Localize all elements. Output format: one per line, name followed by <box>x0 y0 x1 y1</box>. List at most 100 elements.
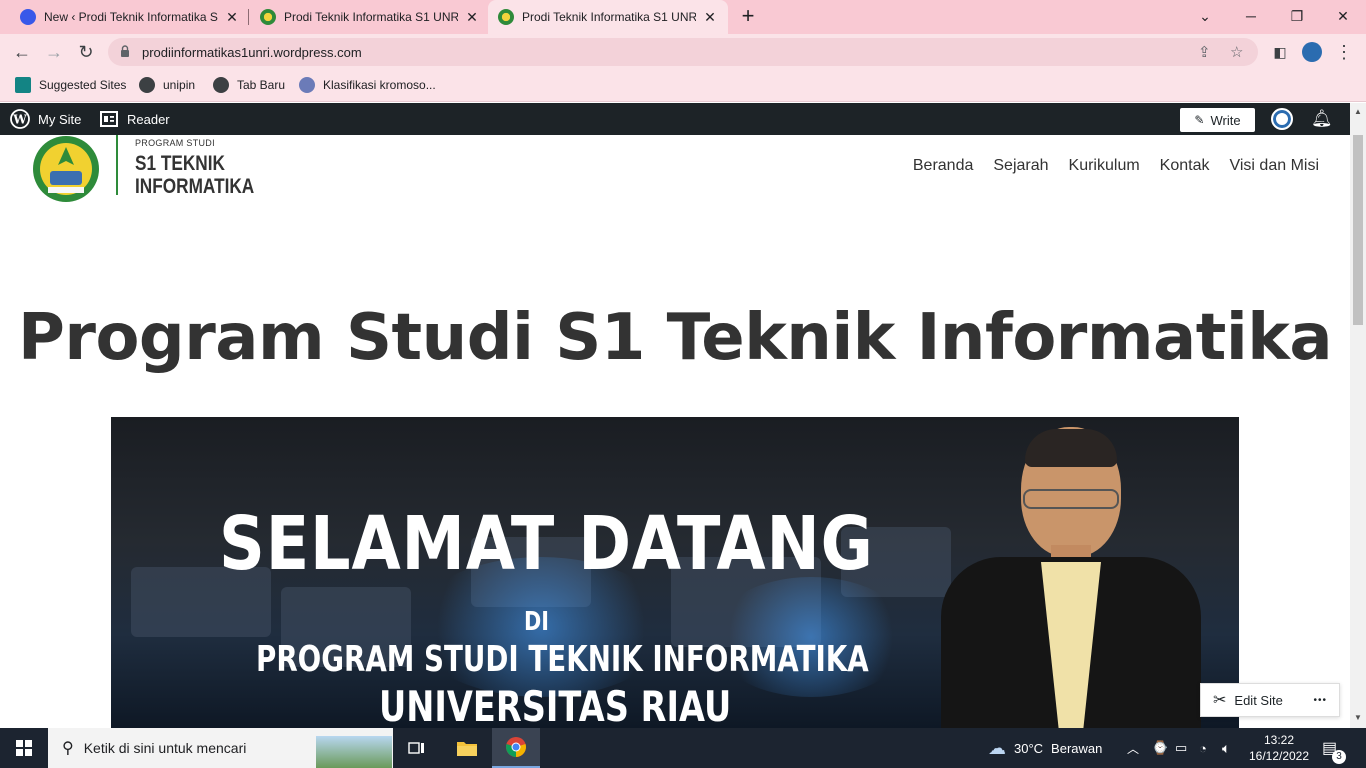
write-button[interactable]: ✎ Write <box>1180 108 1255 132</box>
close-window-icon[interactable]: ✕ <box>1331 4 1355 28</box>
bookmark-star-icon[interactable]: ☆ <box>1230 43 1243 61</box>
clock-date: 16/12/2022 <box>1248 749 1310 763</box>
reader-link[interactable]: Reader <box>100 103 170 135</box>
search-icon: ⚲ <box>62 740 74 757</box>
tab-wp-new[interactable]: New ‹ Prodi Teknik Informatika S ✕ <box>0 0 248 34</box>
address-bar[interactable]: prodiinformatikas1unri.wordpress.com ⇪ ☆ <box>108 38 1258 66</box>
page-scrollbar[interactable]: ▲ ▼ <box>1350 103 1366 728</box>
hero-banner-image: SELAMAT DATANG DI PROGRAM STUDI TEKNIK I… <box>111 417 1239 728</box>
svg-text:W: W <box>12 113 27 127</box>
tab-prodi-active[interactable]: Prodi Teknik Informatika S1 UNRI ✕ <box>488 0 728 34</box>
browser-toolbar: ← → ↻ prodiinformatikas1unri.wordpress.c… <box>0 34 1366 70</box>
forward-icon[interactable]: → <box>42 40 66 64</box>
hero-program-name: PROGRAM STUDI TEKNIK INFORMATIKA <box>256 639 869 680</box>
logo-caption: PROGRAM STUDI <box>135 138 215 148</box>
nav-beranda[interactable]: Beranda <box>913 157 974 175</box>
hero-university-name: UNIVERSITAS RIAU <box>379 682 732 728</box>
nav-sejarah[interactable]: Sejarah <box>993 157 1048 175</box>
search-highlight-image <box>316 736 392 768</box>
task-view-icon[interactable] <box>393 728 441 768</box>
notifications-bell-icon[interactable]: 🔔︎ <box>1311 103 1333 135</box>
more-options-icon[interactable]: ••• <box>1313 695 1327 706</box>
meet-now-icon[interactable]: ⌚ <box>1152 728 1168 768</box>
new-tab-button[interactable]: + <box>737 5 759 27</box>
bookmark-unipin[interactable]: unipin <box>139 77 195 93</box>
side-panel-icon[interactable]: ◧ <box>1268 40 1292 64</box>
scrollbar-thumb[interactable] <box>1353 135 1363 325</box>
taskbar-search[interactable]: ⚲ Ketik di sini untuk mencari <box>48 728 393 768</box>
logo-divider <box>116 135 118 195</box>
file-explorer-icon[interactable] <box>443 728 491 768</box>
scroll-up-arrow[interactable]: ▲ <box>1354 107 1362 116</box>
page-title: Program Studi S1 Teknik Informatika <box>17 301 1333 375</box>
nav-visi-misi[interactable]: Visi dan Misi <box>1229 157 1319 175</box>
profile-avatar[interactable] <box>1300 40 1324 64</box>
wifi-icon[interactable]: ◔ <box>1199 728 1207 768</box>
restore-icon[interactable]: ❐ <box>1285 4 1309 28</box>
close-icon[interactable]: ✕ <box>464 9 480 26</box>
main-nav: Beranda Sejarah Kurikulum Kontak Visi da… <box>913 157 1319 175</box>
globe-icon <box>213 77 229 93</box>
share-icon[interactable]: ⇪ <box>1198 43 1211 61</box>
hero-subheading-di: DI <box>524 607 550 637</box>
windows-start-icon[interactable] <box>0 728 48 768</box>
wordpress-icon: W <box>10 109 30 129</box>
bing-icon <box>15 77 31 93</box>
unri-logo-icon <box>260 9 276 25</box>
chrome-taskbar-icon[interactable] <box>492 728 540 768</box>
tab-title: New ‹ Prodi Teknik Informatika S <box>44 10 218 24</box>
volume-icon[interactable]: 🔈︎ <box>1222 728 1230 768</box>
bookmark-label: Tab Baru <box>237 78 286 92</box>
nav-kontak[interactable]: Kontak <box>1160 157 1210 175</box>
my-site-link[interactable]: W My Site <box>10 103 81 135</box>
weather-widget[interactable]: ☁ 30°C Berawan <box>988 728 1102 768</box>
windows-taskbar: ⚲ Ketik di sini untuk mencari ☁ 30°C Ber… <box>0 728 1366 768</box>
reader-icon <box>100 111 118 127</box>
logo-title-line2: INFORMATIKA <box>135 175 255 198</box>
clock[interactable]: 13:22 16/12/2022 <box>1248 728 1310 768</box>
url-text: prodiinformatikas1unri.wordpress.com <box>142 45 362 60</box>
bookmark-tab-baru[interactable]: Tab Baru <box>213 77 285 93</box>
globe-icon <box>139 77 155 93</box>
bookmark-label: Suggested Sites <box>39 78 127 92</box>
site-icon <box>299 77 315 93</box>
hero-heading: SELAMAT DATANG <box>219 501 874 587</box>
minimize-icon[interactable]: ─ <box>1239 4 1263 28</box>
account-avatar[interactable] <box>1271 103 1293 135</box>
bookmark-suggested-sites[interactable]: Suggested Sites <box>15 77 126 93</box>
tab-prodi-1[interactable]: Prodi Teknik Informatika S1 UNRI ✕ <box>240 0 488 34</box>
scroll-down-arrow[interactable]: ▼ <box>1354 713 1362 722</box>
bookmark-klasifikasi[interactable]: Klasifikasi kromoso... <box>299 77 436 93</box>
page-content: PROGRAM STUDI S1 TEKNIK INFORMATIKA Bera… <box>0 135 1350 728</box>
unri-logo-icon <box>498 9 514 25</box>
notification-center-icon[interactable]: ▤ 3 <box>1322 728 1346 768</box>
unri-logo[interactable] <box>30 135 102 203</box>
close-icon[interactable]: ✕ <box>702 9 718 26</box>
bookmark-label: unipin <box>163 78 196 92</box>
hidden-icons-chevron-icon[interactable]: ︿ <box>1127 728 1139 768</box>
person-photo <box>941 427 1211 728</box>
write-label: Write <box>1210 112 1241 128</box>
weather-temp: 30°C <box>1014 740 1044 756</box>
tab-search-icon[interactable]: ⌄ <box>1193 4 1217 28</box>
logo-title-line1: S1 TEKNIK <box>135 152 225 175</box>
wordpress-icon <box>20 9 36 25</box>
back-icon[interactable]: ← <box>10 40 34 64</box>
tab-title: Prodi Teknik Informatika S1 UNRI <box>522 10 696 24</box>
bookmarks-bar: Suggested Sites unipin Tab Baru Klasifik… <box>0 70 1366 102</box>
pen-icon: ✎ <box>1194 113 1205 127</box>
battery-icon[interactable]: ▭ <box>1175 728 1187 768</box>
menu-icon[interactable]: ⋮ <box>1332 40 1356 64</box>
close-icon[interactable]: ✕ <box>224 9 240 26</box>
bookmark-label: Klasifikasi kromoso... <box>323 78 436 92</box>
edit-site-label: Edit Site <box>1234 692 1283 708</box>
tools-icon: ✂ <box>1213 692 1227 709</box>
notification-count-badge: 3 <box>1332 750 1346 764</box>
reload-icon[interactable]: ↻ <box>74 40 98 64</box>
tab-strip: New ‹ Prodi Teknik Informatika S ✕ Prodi… <box>0 0 1366 34</box>
edit-site-button[interactable]: ✂ Edit Site ••• <box>1200 683 1340 717</box>
wp-admin-bar: W My Site Reader ✎ Write 🔔︎ <box>0 103 1350 135</box>
reader-label: Reader <box>127 111 170 127</box>
nav-kurikulum[interactable]: Kurikulum <box>1069 157 1140 175</box>
clock-time: 13:22 <box>1263 733 1295 747</box>
